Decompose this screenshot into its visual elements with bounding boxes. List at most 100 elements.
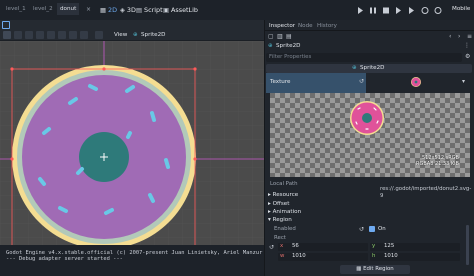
edit-region-button[interactable]: ▦ Edit Region — [340, 265, 410, 274]
rect-w-value: 1010 — [292, 253, 306, 259]
enabled-checkbox[interactable] — [369, 226, 375, 232]
enabled-value: On — [378, 226, 386, 232]
history-icon[interactable]: ≡ — [467, 33, 472, 40]
offset-section[interactable]: ▸ Offset — [268, 201, 289, 208]
preview-donut — [350, 101, 384, 135]
texture-info: 512x512 sRGB RGBA8 21.33 KiB — [416, 155, 459, 167]
rect-wh-row: w 1010 h 1010 — [266, 253, 472, 262]
sprinkle — [58, 206, 68, 213]
sprinkle — [164, 158, 170, 169]
movie-icon[interactable] — [421, 7, 429, 14]
sprinkle — [126, 131, 132, 139]
workspace-3d[interactable]: ◈ 3D — [120, 6, 136, 15]
filter-options-icon[interactable]: ⚙ — [465, 53, 470, 60]
rotate-tool-icon[interactable] — [25, 31, 33, 39]
sprite-toolbar-label[interactable]: Sprite2D — [141, 32, 165, 38]
filter-input[interactable]: Filter Properties — [266, 53, 462, 62]
save-resource-icon[interactable]: ▤ — [286, 33, 292, 40]
region-section[interactable]: ▾ Region — [268, 217, 292, 224]
play-icon[interactable] — [358, 7, 363, 14]
filter-placeholder: Filter Properties — [269, 54, 312, 60]
texture-preview: 512x512 sRGB RGBA8 21.33 KiB — [270, 93, 470, 177]
ruler-tool-icon[interactable] — [47, 31, 55, 39]
node-type-icon: ⊕ — [133, 32, 138, 38]
viewport-3d-icon: ◈ — [120, 6, 125, 14]
rect-h-value: 1010 — [384, 253, 398, 259]
canvas-toolbar: View ⊕ Sprite2D — [0, 30, 264, 41]
load-resource-icon[interactable]: ▥ — [277, 33, 283, 40]
texture-slot[interactable]: ▾ — [366, 73, 472, 93]
select-mode-icon[interactable] — [2, 21, 10, 29]
scene-tabs-strip — [0, 20, 264, 30]
back-icon[interactable]: ‹ — [449, 33, 451, 40]
texture-dropdown-icon[interactable]: ▾ — [462, 78, 465, 85]
run-controls — [358, 7, 442, 14]
workspace-2d[interactable]: ▦ 2D — [100, 6, 117, 15]
texture-thumbnail — [411, 77, 421, 87]
sprite2d-icon: ⊕ — [268, 43, 273, 49]
revert-icon[interactable]: ↺ — [269, 244, 274, 251]
rect-y-value: 125 — [384, 243, 395, 249]
animation-section[interactable]: ▸ Animation — [268, 209, 301, 216]
assetlib-icon: ▣ — [163, 6, 170, 14]
renderer-selector[interactable]: Mobile — [452, 6, 470, 12]
rect-x-value: 56 — [292, 243, 299, 249]
sprinkle — [150, 111, 156, 122]
texture-property[interactable]: Texture ↺ ▾ — [266, 73, 472, 93]
rect-w-field[interactable]: w 1010 — [278, 253, 368, 261]
revert-icon[interactable]: ↺ — [359, 78, 364, 85]
tab-node[interactable]: Node — [298, 22, 313, 30]
object-label: Sprite2D — [276, 43, 301, 49]
grid-snap-icon[interactable] — [80, 31, 88, 39]
play-custom-icon[interactable] — [409, 7, 414, 14]
scale-tool-icon[interactable] — [36, 31, 44, 39]
remote-debug-icon[interactable] — [434, 7, 442, 14]
class-icon: ⊕ — [352, 65, 357, 71]
revert-icon[interactable]: ↺ — [359, 226, 364, 233]
stop-icon[interactable] — [383, 7, 389, 14]
rect-y-field[interactable]: y 125 — [370, 243, 460, 251]
region-enabled-row: Enabled ↺ On — [266, 225, 472, 234]
play-scene-icon[interactable] — [396, 7, 401, 14]
inspector-scrollbar[interactable] — [466, 225, 469, 265]
class-header: ⊕ Sprite2D — [266, 64, 472, 73]
rect-h-field[interactable]: h 1010 — [370, 253, 460, 261]
output-line: --- Debug adapter server started --- — [6, 256, 123, 262]
viewport-2d-icon: ▦ — [100, 6, 107, 14]
rect-x-field[interactable]: x 56 — [278, 243, 368, 251]
sprinkle — [104, 208, 114, 215]
scene-tab-level-2[interactable]: level_2 — [30, 3, 56, 15]
texture-format-label: RGBA8 21.33 KiB — [416, 161, 459, 167]
inspector-toolbar: ▢ ▥ ▤ ‹ › ≡ — [266, 32, 472, 42]
select-tool-icon[interactable] — [3, 31, 11, 39]
script-icon: ▤ — [136, 6, 143, 14]
tab-close-icon[interactable]: × — [86, 6, 91, 13]
new-resource-icon[interactable]: ▢ — [268, 33, 274, 40]
canvas-viewport[interactable] — [0, 41, 264, 245]
object-menu-icon[interactable]: ⋮ — [464, 42, 470, 49]
object-selector[interactable]: ⊕ Sprite2D ⋮ — [266, 42, 472, 52]
donut-sprite[interactable] — [12, 65, 196, 245]
top-bar: level_1 level_2 donut × ▦ 2D ◈ 3D ▤ Script … — [0, 0, 474, 20]
tab-history[interactable]: History — [317, 22, 337, 30]
pan-tool-icon[interactable] — [58, 31, 66, 39]
view-menu[interactable]: View — [114, 32, 127, 38]
local-path-label: Local Path — [270, 181, 298, 187]
class-name: Sprite2D — [360, 65, 385, 71]
filter-row: Filter Properties ⚙ — [266, 53, 472, 62]
scene-tab-level-1[interactable]: level_1 — [3, 3, 29, 15]
sprinkle — [148, 193, 155, 203]
scene-tab-donut[interactable]: donut — [57, 3, 80, 15]
workspace-script[interactable]: ▤ Script — [136, 6, 163, 15]
lock-icon[interactable] — [95, 31, 103, 39]
move-tool-icon[interactable] — [14, 31, 22, 39]
rect-label: Rect — [274, 235, 286, 241]
enabled-label: Enabled — [274, 226, 296, 232]
resource-section[interactable]: ▸ Resource — [268, 192, 298, 199]
smart-snap-icon[interactable] — [69, 31, 77, 39]
forward-icon[interactable]: › — [458, 33, 460, 40]
workspace-assetlib[interactable]: ▣ AssetLib — [163, 6, 198, 15]
pause-icon[interactable] — [370, 7, 372, 14]
tab-inspector[interactable]: Inspector — [269, 22, 295, 30]
sprinkle — [76, 167, 84, 175]
